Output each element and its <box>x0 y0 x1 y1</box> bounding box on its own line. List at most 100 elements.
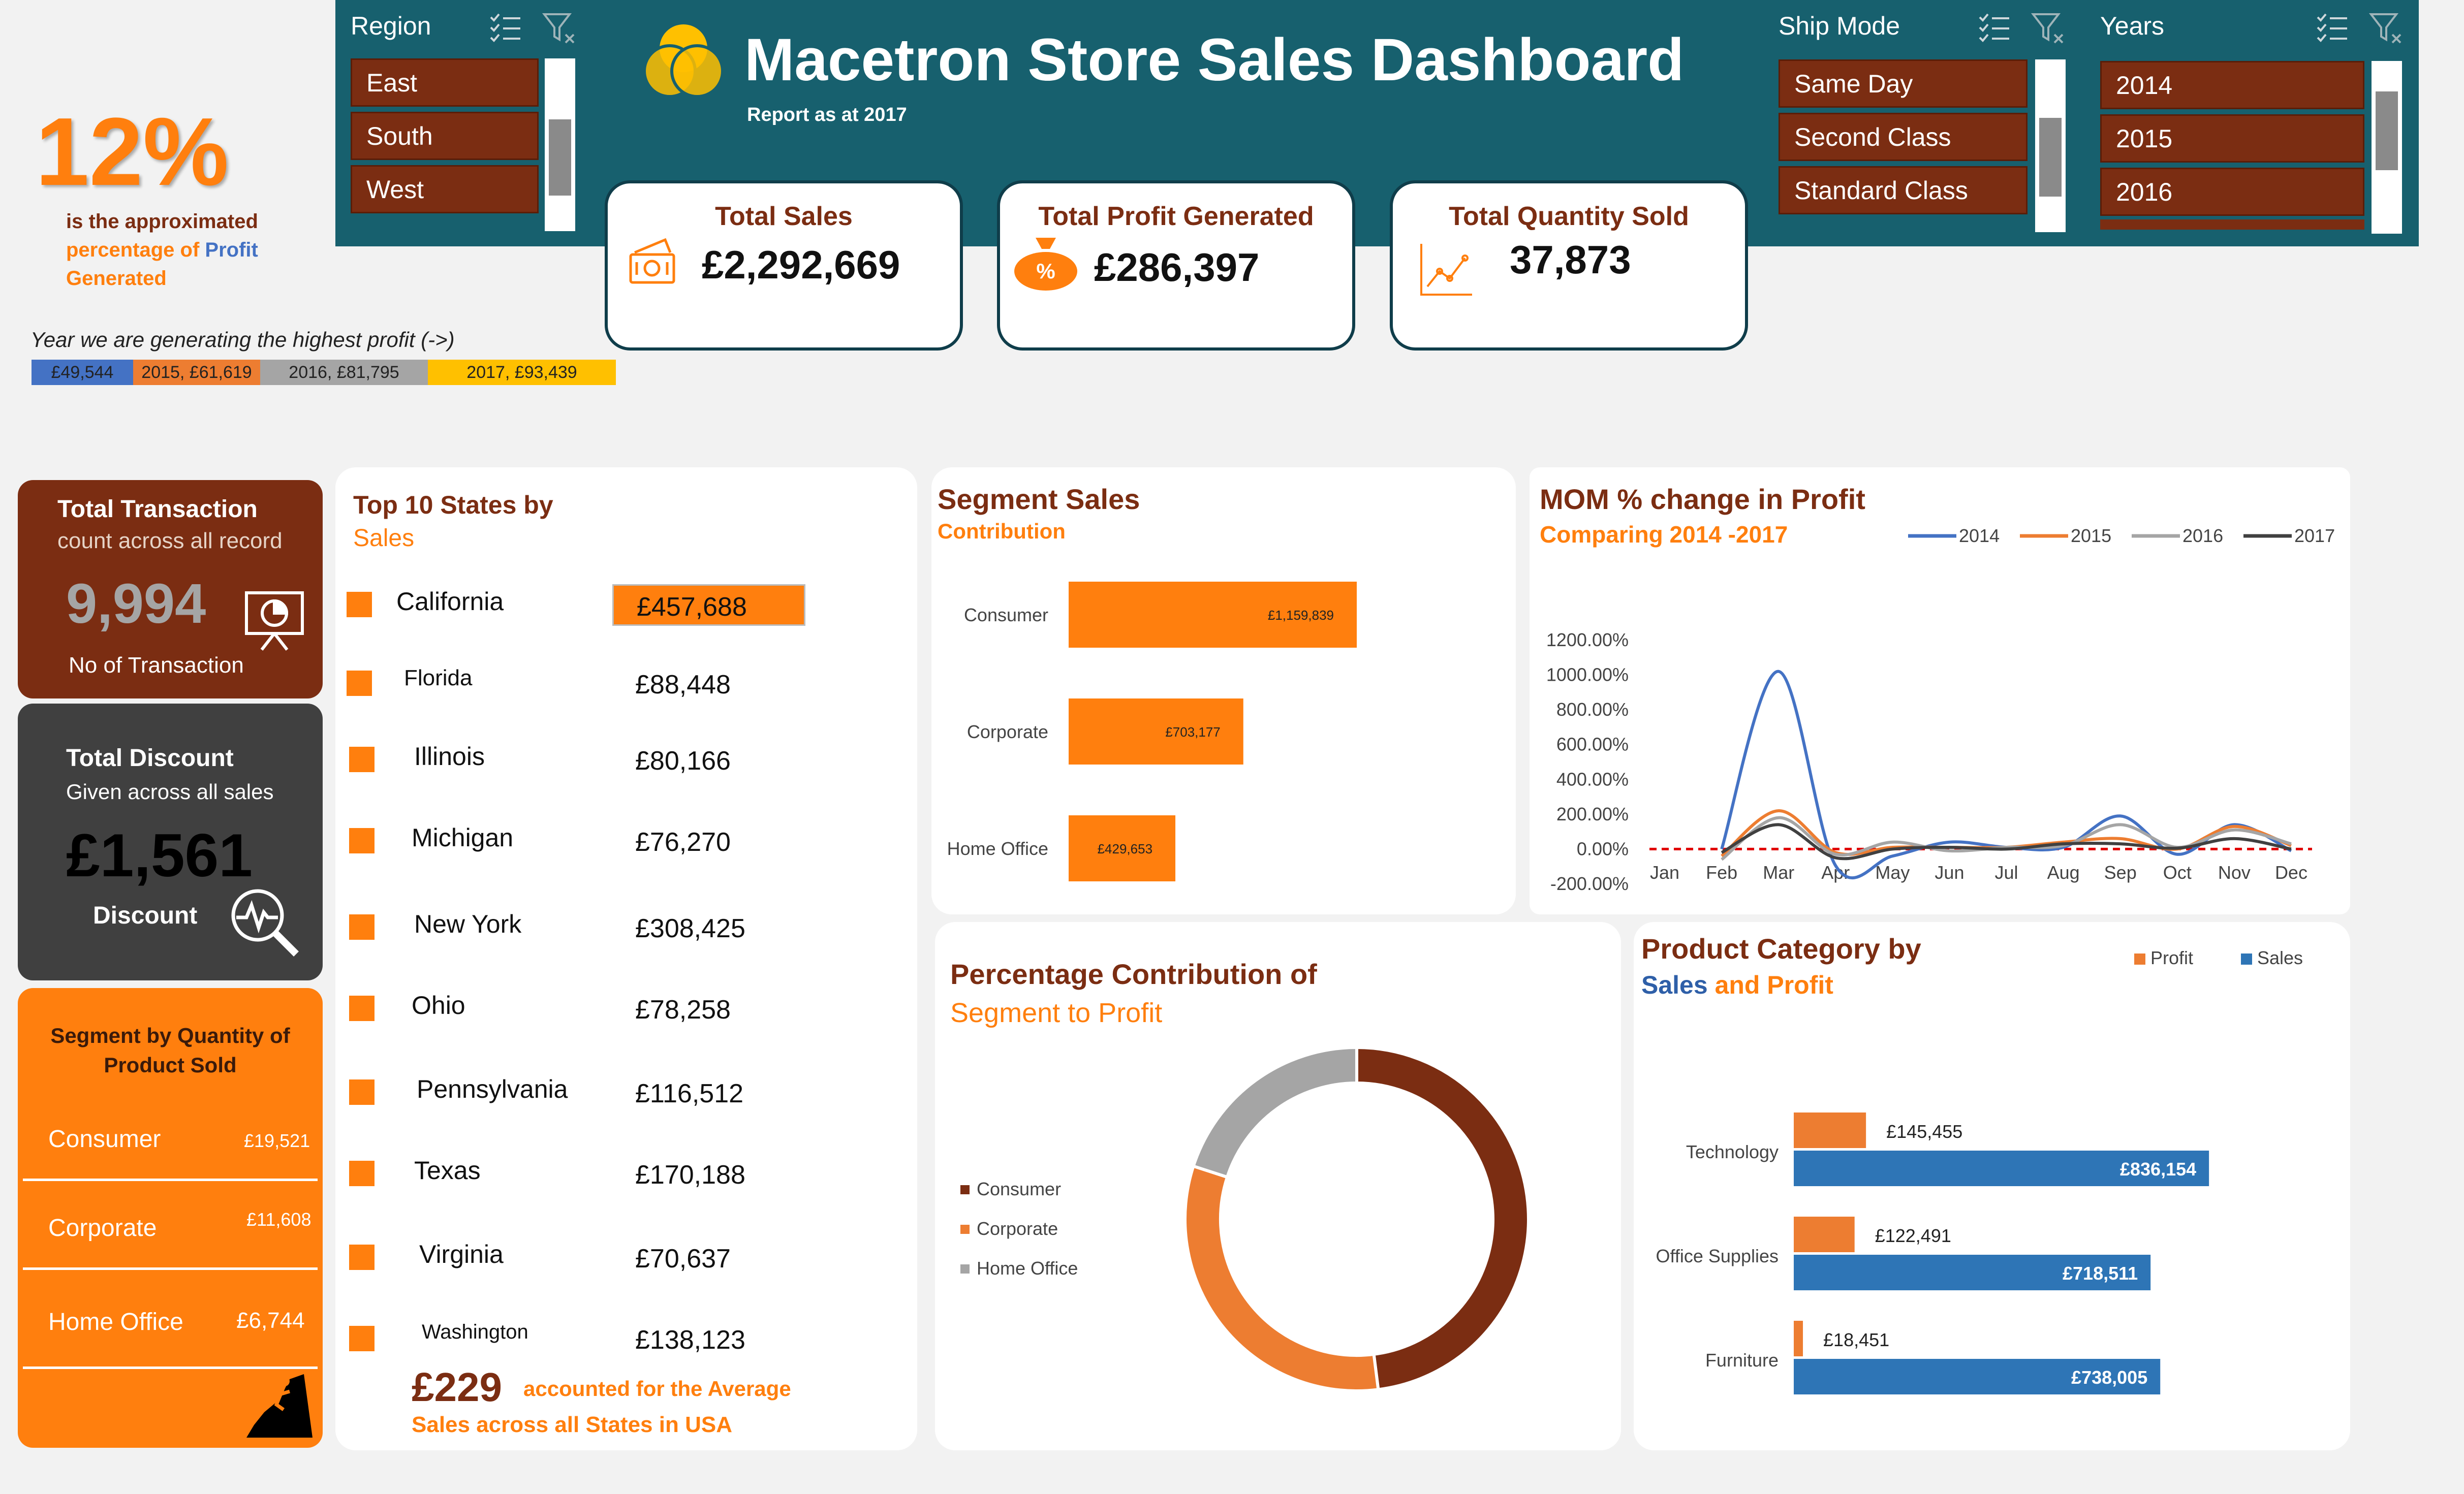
state-marker <box>349 1079 375 1105</box>
segment-profit-legend-swatch <box>960 1185 970 1194</box>
transaction-subtitle: count across all record <box>57 528 283 553</box>
years-item-2016[interactable]: 2016 <box>2100 168 2364 216</box>
state-row: Washington £138,123 <box>335 1316 917 1366</box>
region-slicer-title: Region <box>351 12 431 40</box>
mom-legend-label: 2017 <box>2294 525 2335 546</box>
segment-quantity-card: Segment by Quantity of Product Sold Cons… <box>18 988 323 1448</box>
state-row: California £457,688 <box>335 582 917 632</box>
shipmode-scroll-thumb[interactable] <box>2039 118 2062 197</box>
clear-filter-icon[interactable] <box>2368 10 2404 46</box>
dashboard-title: Macetron Store Sales Dashboard <box>744 26 1685 93</box>
state-value: £80,166 <box>635 746 731 776</box>
state-value: £76,270 <box>635 828 731 857</box>
state-row: Michigan £76,270 <box>335 818 917 869</box>
kpi-quantity-value: 37,873 <box>1510 237 1631 282</box>
transaction-title: Total Transaction <box>57 496 258 523</box>
years-item-2015[interactable]: 2015 <box>2100 114 2364 163</box>
state-value: £308,425 <box>635 914 745 943</box>
shipmode-item-same-day[interactable]: Same Day <box>1779 59 2028 108</box>
segment-sales-category-label: Home Office <box>947 838 1048 859</box>
segment-qty-value: £11,608 <box>246 1209 311 1230</box>
state-marker <box>349 914 375 940</box>
segment-sales-data-label: £429,653 <box>1098 841 1152 856</box>
mom-x-tick: Jan <box>1650 862 1679 883</box>
region-item-south[interactable]: South <box>351 112 539 160</box>
kpi-quantity-title: Total Quantity Sold <box>1449 202 1689 231</box>
segment-qty-row: Consumer £19,521 <box>23 1105 318 1181</box>
clear-filter-icon[interactable] <box>541 10 577 46</box>
money-icon <box>629 238 675 284</box>
years-item-2014[interactable]: 2014 <box>2100 61 2364 109</box>
state-value: £78,258 <box>635 995 731 1025</box>
shipmode-item-second-class[interactable]: Second Class <box>1779 113 2028 161</box>
segment-sales-card: Segment Sales Contribution Consumer £1,15… <box>931 467 1516 914</box>
transaction-value: 9,994 <box>66 573 206 635</box>
state-marker <box>349 1245 375 1270</box>
category-profit-label: £145,455 <box>1886 1121 1962 1142</box>
region-item-east[interactable]: East <box>351 58 539 107</box>
state-marker <box>347 592 372 617</box>
kpi-total-quantity: Total Quantity Sold 37,873 <box>1390 180 1748 351</box>
state-name: Texas <box>414 1156 481 1185</box>
segment-qty-name: Consumer <box>48 1126 161 1153</box>
shipmode-scrollbar[interactable] <box>2035 59 2066 232</box>
kpi-total-profit: Total Profit Generated % £286,397 <box>997 180 1355 351</box>
mom-profit-card: MOM % change in Profit Comparing 2014 -2… <box>1530 467 2350 914</box>
years-item-partial[interactable] <box>2100 219 2364 230</box>
state-row: Illinois £80,166 <box>335 737 917 787</box>
clear-filter-icon[interactable] <box>2030 10 2066 46</box>
magnifier-pulse-icon <box>231 889 299 957</box>
category-sales-label: £718,511 <box>2063 1263 2138 1284</box>
segment-qty-name: Home Office <box>48 1309 183 1336</box>
mom-x-tick: Aug <box>2047 862 2080 883</box>
category-legend-label: Sales <box>2257 947 2303 968</box>
climber-icon <box>246 1374 313 1438</box>
avg-sales-value: £229 <box>412 1364 502 1410</box>
year-profit-2017: 2017, £93,439 <box>428 360 616 385</box>
state-name: New York <box>414 910 522 938</box>
years-scroll-thumb[interactable] <box>2376 91 2398 170</box>
presentation-icon <box>245 591 304 651</box>
state-value: £88,448 <box>635 670 731 700</box>
multi-select-icon[interactable] <box>488 10 523 46</box>
product-category-card: Product Category by Sales and Profit Pro… <box>1634 922 2350 1450</box>
year-profit-2016: 2016, £81,795 <box>260 360 428 385</box>
segment-qty-name: Corporate <box>48 1215 157 1242</box>
region-scroll-thumb[interactable] <box>549 119 571 196</box>
mom-x-tick: Nov <box>2218 862 2251 883</box>
category-legend-swatch <box>2134 953 2145 965</box>
state-name: Illinois <box>414 742 485 771</box>
segment-qty-row: Home Office £6,744 <box>23 1273 318 1369</box>
segment-quantity-title-line1: Segment by Quantity of <box>50 1024 290 1047</box>
multi-select-icon[interactable] <box>2315 10 2350 46</box>
discount-subtitle: Given across all sales <box>66 780 274 804</box>
region-item-west[interactable]: West <box>351 165 539 213</box>
discount-title: Total Discount <box>66 745 234 772</box>
total-transaction-card: Total Transaction count across all recor… <box>18 480 323 698</box>
mom-x-tick: Jul <box>1995 862 2018 883</box>
category-profit-label: £122,491 <box>1875 1225 1951 1246</box>
shipmode-item-standard-class[interactable]: Standard Class <box>1779 166 2028 214</box>
state-value: £170,188 <box>635 1160 745 1190</box>
state-row: Virginia £70,637 <box>335 1234 917 1285</box>
years-slicer: Years 2014 2015 2016 <box>2086 0 2419 246</box>
segment-profit-card: Percentage Contribution of Segment to Pr… <box>935 922 1621 1450</box>
discount-caption: Discount <box>93 902 198 929</box>
segment-profit-legend-label: Corporate <box>977 1218 1058 1239</box>
profit-percentage-text2: percentage of <box>66 239 205 261</box>
multi-select-icon[interactable] <box>1977 10 2012 46</box>
state-value: £138,123 <box>635 1325 745 1355</box>
category-label: Technology <box>1686 1141 1779 1162</box>
state-name: Ohio <box>412 991 465 1020</box>
mom-y-tick: 800.00% <box>1556 699 1629 720</box>
segment-sales-category-label: Corporate <box>967 721 1048 742</box>
category-profit-label: £18,451 <box>1823 1329 1889 1350</box>
mom-legend-label: 2016 <box>2182 525 2223 546</box>
segment-qty-value: £6,744 <box>236 1308 305 1333</box>
year-profit-2015: 2015, £61,619 <box>133 360 260 385</box>
category-bar-chart: Profit Sales Technology £145,455 £836,154 Off… <box>1656 947 2303 1394</box>
kpi-profit-value: £286,397 <box>1094 245 1260 290</box>
region-scrollbar[interactable] <box>545 58 575 231</box>
years-scrollbar[interactable] <box>2372 61 2402 234</box>
mom-x-tick: Jun <box>1935 862 1964 883</box>
